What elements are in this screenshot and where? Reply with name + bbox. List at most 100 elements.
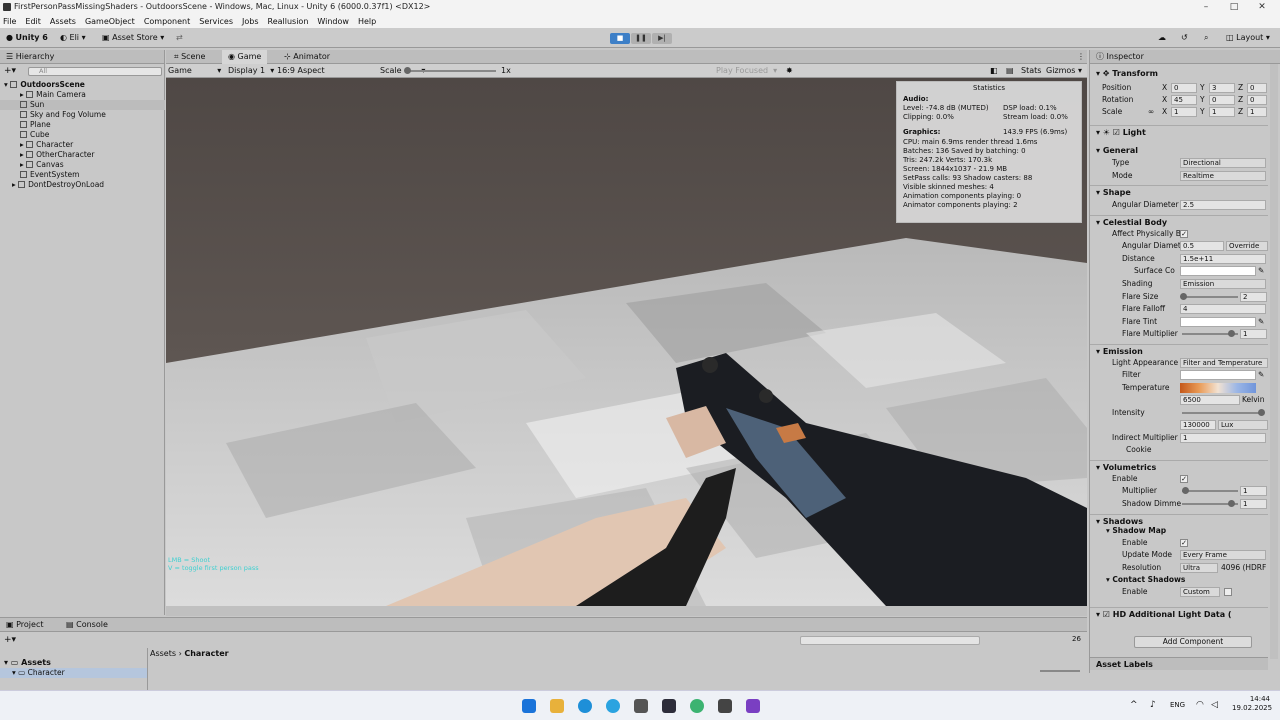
shadow-enable-checkbox[interactable]: ✓ (1180, 539, 1188, 547)
override-dropdown[interactable]: Override (1226, 241, 1268, 251)
maximize-button[interactable]: □ (1220, 0, 1248, 14)
menu-services[interactable]: Services (199, 17, 233, 26)
menu-assets[interactable]: Assets (50, 17, 76, 26)
close-button[interactable]: ✕ (1248, 0, 1276, 14)
contact-enable-checkbox[interactable] (1224, 588, 1232, 596)
contact-shadows-row[interactable]: ▾ Contact Shadows (1090, 574, 1268, 586)
hierarchy-item[interactable]: Cube (0, 130, 165, 140)
hierarchy-item[interactable]: Sky and Fog Volume (0, 110, 165, 120)
project-add-icon[interactable]: +▾ (4, 635, 16, 645)
add-component-button[interactable]: Add Component (1134, 636, 1252, 648)
history-icon[interactable]: ↺ (1181, 32, 1188, 44)
tab-animator[interactable]: ⊹ Animator (278, 50, 336, 64)
intensity-unit-dropdown[interactable]: Lux (1218, 420, 1268, 430)
light-header[interactable]: ▾ ☀ ☑ Light (1090, 125, 1268, 138)
breadcrumb-character[interactable]: Character (184, 649, 228, 658)
position-z-field[interactable]: 0 (1247, 83, 1267, 93)
indirect-multiplier-field[interactable]: 1 (1180, 433, 1266, 443)
flare-falloff-field[interactable]: 4 (1180, 304, 1266, 314)
eyedropper-icon[interactable]: ✎ (1258, 369, 1264, 381)
tray-chevron-icon[interactable]: ^ (1130, 700, 1138, 710)
step-button[interactable]: ▶| (652, 33, 672, 44)
shadow-dimmer-field[interactable]: 1 (1240, 499, 1267, 509)
volumetrics-enable-checkbox[interactable]: ✓ (1180, 475, 1188, 483)
transform-header[interactable]: ▾ ✥ Transform (1090, 67, 1268, 80)
terminal-icon[interactable] (662, 699, 676, 713)
surface-color-swatch[interactable] (1180, 266, 1256, 276)
resolution-icon[interactable]: ▤ (1006, 64, 1014, 78)
type-dropdown[interactable]: Directional (1180, 158, 1266, 168)
temperature-gradient[interactable] (1180, 383, 1256, 393)
shadow-map-row[interactable]: ▾ Shadow Map (1090, 525, 1268, 537)
general-section[interactable]: ▾ General (1090, 144, 1268, 157)
hierarchy-item[interactable]: ▸ DontDestroyOnLoad (0, 180, 165, 190)
intensity-slider[interactable] (1182, 412, 1262, 414)
version-control-icon[interactable]: ⇄ (176, 32, 183, 44)
link-icon[interactable]: ∞ (1148, 106, 1154, 118)
emission-section[interactable]: ▾ Emission (1090, 344, 1268, 357)
hierarchy-item[interactable]: ▸ Character (0, 140, 165, 150)
shading-dropdown[interactable]: Emission (1180, 279, 1266, 289)
inspector-tab[interactable]: ⓘ Inspector (1090, 50, 1280, 64)
multiplier-field[interactable]: 1 (1240, 486, 1267, 496)
tree-assets[interactable]: ▾ ▭ Assets (0, 658, 147, 668)
asset-store-dropdown[interactable]: ▣ Asset Store ▾ (102, 32, 164, 44)
gizmos-dropdown[interactable]: Gizmos ▾ (1046, 64, 1082, 78)
game-mode-dropdown[interactable]: Game ▾ (168, 64, 221, 78)
shape-section[interactable]: ▾ Shape (1090, 185, 1268, 198)
angular-diameter-field[interactable]: 2.5 (1180, 200, 1266, 210)
menu-window[interactable]: Window (317, 17, 349, 26)
asset-labels-header[interactable]: Asset Labels (1090, 657, 1268, 670)
flare-multiplier-field[interactable]: 1 (1240, 329, 1267, 339)
hierarchy-tab[interactable]: ☰ Hierarchy (0, 50, 164, 64)
pause-button[interactable]: ❚❚ (631, 33, 651, 44)
shadow-dimmer-knob[interactable] (1228, 500, 1235, 507)
menu-jobs[interactable]: Jobs (242, 17, 259, 26)
scale-slider[interactable] (406, 70, 496, 72)
hierarchy-search-input[interactable]: All (28, 67, 162, 76)
volumetrics-section[interactable]: ▾ Volumetrics (1090, 460, 1268, 473)
scale-slider-knob[interactable] (404, 67, 411, 74)
clock[interactable]: 14:44 19.02.2025 (1232, 695, 1272, 713)
tab-game[interactable]: ◉ Game (222, 50, 268, 64)
tab-console[interactable]: ▤ Console (66, 618, 108, 632)
light-appearance-dropdown[interactable]: Filter and Temperature (1180, 358, 1268, 368)
affect-physically-checkbox[interactable]: ✓ (1180, 230, 1188, 238)
menu-reallusion[interactable]: Reallusion (268, 17, 309, 26)
unity-hub-icon[interactable] (634, 699, 648, 713)
breadcrumb-assets[interactable]: Assets (150, 649, 176, 658)
flare-multiplier-knob[interactable] (1228, 330, 1235, 337)
tab-project[interactable]: ▣ Project (6, 620, 43, 629)
multiplier-knob[interactable] (1182, 487, 1189, 494)
inspector-scrollbar[interactable] (1270, 64, 1278, 659)
hierarchy-item[interactable]: EventSystem (0, 170, 165, 180)
app-green-icon[interactable] (690, 699, 704, 713)
menu-gameobject[interactable]: GameObject (85, 17, 135, 26)
minimize-button[interactable]: – (1192, 0, 1220, 14)
project-search-input[interactable] (800, 636, 980, 645)
edge-browser-icon[interactable] (578, 699, 592, 713)
more-options-icon[interactable]: ⋮ (1071, 50, 1091, 64)
hierarchy-item[interactable]: ▾ OutdoorsScene (0, 80, 165, 90)
menu-file[interactable]: File (3, 17, 16, 26)
play-button[interactable]: ■ (610, 33, 630, 44)
scale-x-field[interactable]: 1 (1171, 107, 1197, 117)
audio-mute-icon[interactable]: ✸ (786, 64, 793, 78)
update-mode-dropdown[interactable]: Every Frame (1180, 550, 1266, 560)
thumbnail-size-slider[interactable] (1040, 670, 1080, 672)
intensity-knob[interactable] (1258, 409, 1265, 416)
menu-edit[interactable]: Edit (25, 17, 41, 26)
hierarchy-item[interactable]: Plane (0, 120, 165, 130)
rotation-z-field[interactable]: 0 (1247, 95, 1267, 105)
distance-field[interactable]: 1.5e+11 (1180, 254, 1266, 264)
scale-z-field[interactable]: 1 (1247, 107, 1267, 117)
windows-start-icon[interactable] (522, 699, 536, 713)
resolution-dropdown[interactable]: Ultra (1180, 563, 1218, 573)
celestial-body-section[interactable]: ▾ Celestial Body (1090, 215, 1268, 228)
menu-component[interactable]: Component (144, 17, 190, 26)
microphone-icon[interactable]: ♪ (1150, 700, 1156, 710)
language-indicator[interactable]: ENG (1170, 701, 1185, 709)
hd-additional-light-header[interactable]: ▾ ☑ HD Additional Light Data ( (1090, 607, 1268, 620)
position-y-field[interactable]: 3 (1209, 83, 1235, 93)
search-icon[interactable]: ⌕ (1204, 32, 1208, 44)
